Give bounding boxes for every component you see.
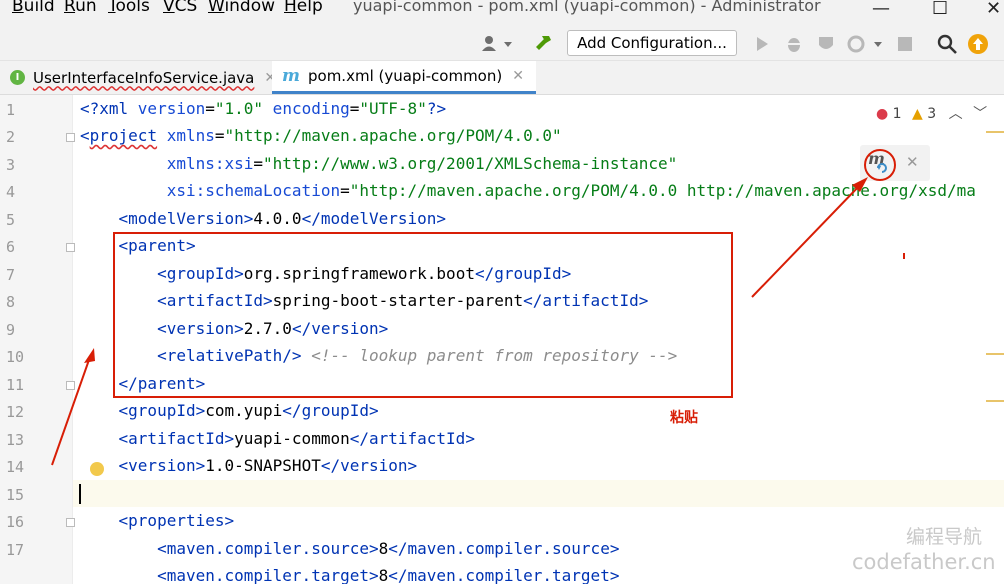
debug-icon[interactable] [784, 34, 804, 54]
tab-userinterfaceinfoservice[interactable]: I UserInterfaceInfoService.java ✕ [10, 61, 276, 94]
menu-help[interactable]: Help [284, 0, 323, 16]
menu-run[interactable]: Run [64, 0, 97, 16]
menu-window[interactable]: Window [208, 0, 275, 16]
watermark-line1: 编程导航 [906, 526, 983, 548]
update-icon[interactable] [966, 32, 990, 56]
close-tab-icon[interactable]: ✕ [512, 68, 524, 84]
scroll-marker[interactable] [986, 353, 1004, 355]
watermark-line2: codefather.cn [852, 550, 996, 574]
menu-run-rest: un [75, 0, 97, 16]
user-account-icon[interactable] [480, 34, 514, 54]
coverage-icon[interactable] [816, 34, 836, 54]
arrow-left-head [84, 348, 95, 363]
annotation-arrows [51, 177, 905, 466]
menu-help-rest: elp [296, 0, 323, 16]
search-icon[interactable] [936, 33, 958, 55]
toolbar: Add Configuration... [0, 28, 1004, 61]
scroll-marker[interactable] [986, 131, 1004, 133]
run-icon[interactable] [754, 35, 770, 53]
scroll-marker[interactable] [986, 400, 1004, 402]
menu-vcs-rest: CS [174, 0, 198, 16]
menu-window-rest: indow [224, 0, 276, 16]
minimize-button[interactable]: — [872, 0, 890, 19]
menu-vcs[interactable]: VCS [163, 0, 197, 16]
tab-label: pom.xml (yuapi-common) [308, 67, 503, 85]
add-configuration-button[interactable]: Add Configuration... [567, 30, 737, 56]
menu-build-rest: uild [23, 0, 55, 16]
maven-icon: m [282, 66, 300, 86]
arrow-right-line [751, 182, 863, 298]
tab-label: UserInterfaceInfoService.java [33, 68, 255, 87]
build-hammer-icon[interactable] [533, 33, 553, 53]
arrow-left-line [51, 356, 91, 466]
editor-tab-bar: I UserInterfaceInfoService.java ✕ m pom.… [0, 61, 1004, 95]
profile-icon[interactable] [846, 34, 884, 54]
close-window-button[interactable]: ✕ [986, 0, 1001, 19]
code-editor[interactable]: 1 2 3 4 5 6 7 8 9 10 11 12 13 14 15 16 1… [0, 95, 1004, 584]
interface-icon: I [10, 70, 25, 85]
window-title: yuapi-common - pom.xml (yuapi-common) - … [353, 0, 821, 15]
menu-tools[interactable]: Tools [108, 0, 150, 16]
tab-pom-xml[interactable]: m pom.xml (yuapi-common) ✕ [272, 61, 536, 94]
menu-tools-rest: ools [115, 0, 150, 16]
menu-bar: Build Run Tools VCS Window Help yuapi-co… [0, 0, 1004, 28]
maximize-button[interactable]: ☐ [932, 0, 948, 19]
stop-icon[interactable] [896, 35, 914, 53]
menu-build[interactable]: Build [12, 0, 55, 16]
annotation-dot [903, 253, 905, 259]
